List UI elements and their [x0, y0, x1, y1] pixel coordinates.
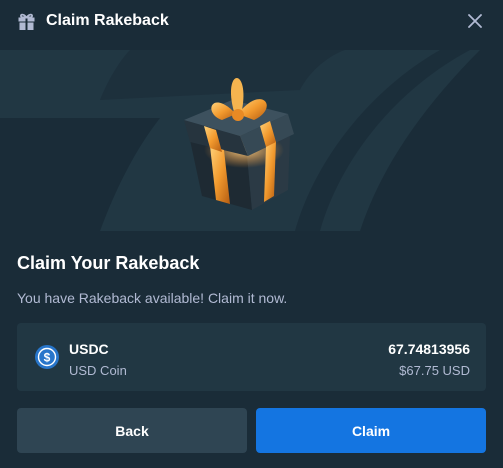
close-icon[interactable] [466, 12, 484, 30]
section-subtitle: You have Rakeback available! Claim it no… [17, 290, 288, 306]
modal-content: Claim Your Rakeback You have Rakeback av… [0, 231, 503, 307]
claim-rakeback-modal: Claim Rakeback Claim Your Rakeback You h… [0, 0, 503, 468]
claim-button[interactable]: Claim [256, 408, 486, 453]
modal-title: Claim Rakeback [46, 12, 169, 29]
coin-row: $ USDC USD Coin 67.74813956 $67.75 USD [17, 323, 486, 391]
usdc-icon: $ [35, 345, 59, 369]
back-button[interactable]: Back [17, 408, 247, 453]
modal-header: Claim Rakeback [0, 0, 503, 42]
section-heading: Claim Your Rakeback [17, 253, 200, 273]
gift-icon [17, 12, 36, 31]
coin-name: USD Coin [69, 363, 127, 378]
coin-amount: 67.74813956 [388, 341, 470, 357]
rakeback-banner [0, 50, 503, 231]
svg-text:$: $ [44, 351, 51, 365]
coin-symbol: USDC [69, 341, 109, 357]
coin-usd-value: $67.75 USD [399, 363, 470, 378]
gift-box-illustration [184, 77, 294, 210]
